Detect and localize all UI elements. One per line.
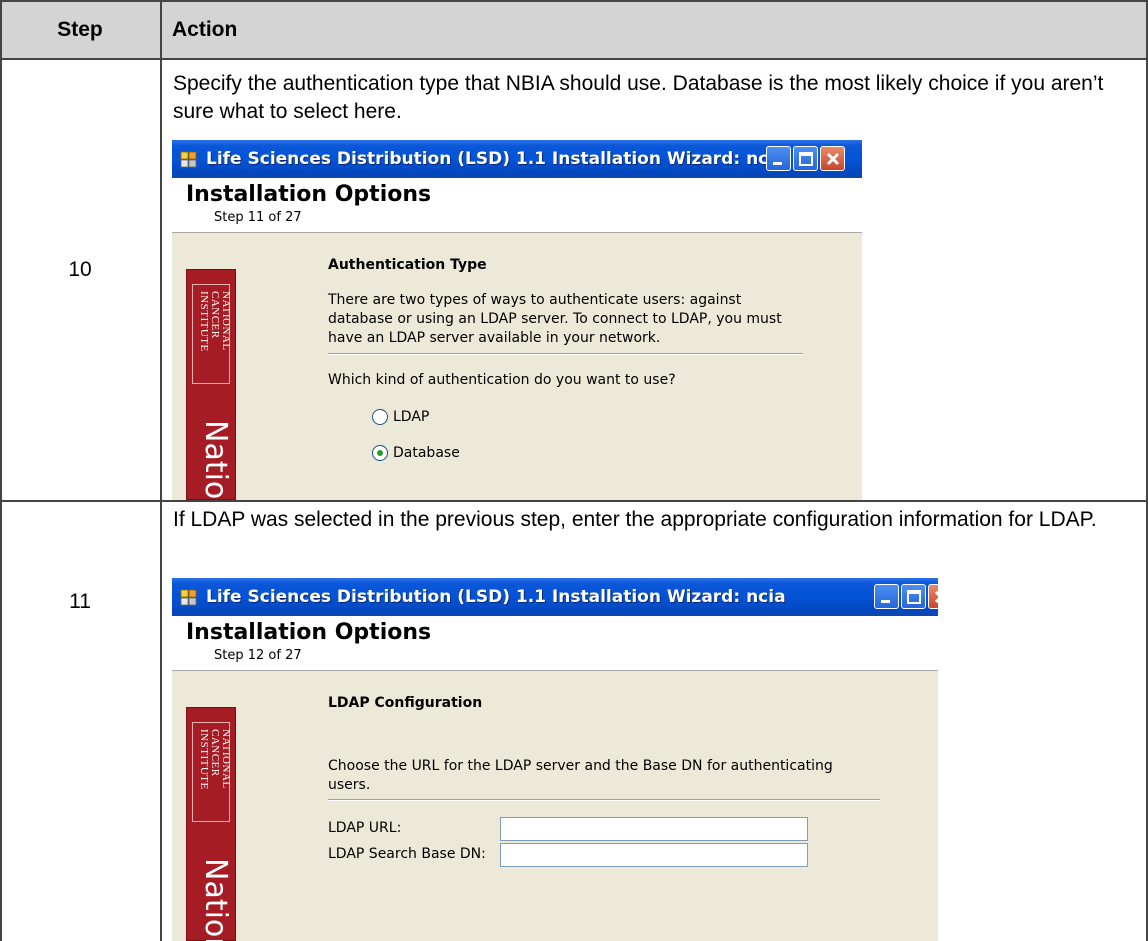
banner-text: National [198, 858, 233, 941]
instruction-10: Specify the authentication type that NBI… [173, 72, 1104, 123]
ldap-radio[interactable] [372, 409, 388, 425]
nci-logo: NATIONAL CANCER INSTITUTE [192, 722, 232, 822]
banner-text: National [198, 420, 233, 500]
minimize-icon [773, 162, 782, 165]
maximize-icon [907, 590, 921, 604]
instruction-11: If LDAP was selected in the previous ste… [173, 508, 1097, 531]
ldap-url-label: LDAP URL: [328, 820, 402, 836]
wizard-title: Life Sciences Distribution (LSD) 1.1 Ins… [206, 149, 786, 169]
wizard-heading: Installation Options [186, 182, 432, 207]
minimize-button[interactable] [874, 584, 899, 609]
auth-question: Which kind of authentication do you want… [328, 372, 676, 388]
step-number-11: 11 [69, 590, 91, 613]
wizard-header: Installation Options Step 12 of 27 [172, 616, 938, 671]
row-divider [0, 500, 1148, 502]
wizard-header: Installation Options Step 11 of 27 [172, 178, 862, 233]
wizard-heading: Installation Options [186, 620, 432, 645]
java-cup-icon [180, 151, 197, 168]
section-divider [328, 353, 803, 355]
nci-banner: NATIONAL CANCER INSTITUTE National [186, 707, 236, 941]
ldap-base-dn-label: LDAP Search Base DN: [328, 846, 486, 862]
database-radio[interactable] [372, 445, 388, 461]
wizard-titlebar[interactable]: Life Sciences Distribution (LSD) 1.1 Ins… [172, 140, 862, 178]
nci-banner: NATIONAL CANCER INSTITUTE National [186, 269, 236, 500]
section-title: Authentication Type [328, 257, 487, 273]
wizard-body: NATIONAL CANCER INSTITUTE National Authent… [172, 233, 862, 500]
section-divider [328, 799, 880, 801]
close-button[interactable] [928, 584, 938, 609]
wizard-body: NATIONAL CANCER INSTITUTE National LDAP Co… [172, 671, 938, 941]
table-border-left [0, 0, 2, 941]
wizard-step-label: Step 12 of 27 [214, 648, 302, 663]
section-description: Choose the URL for the LDAP server and t… [328, 758, 833, 793]
ldap-base-dn-input[interactable] [500, 843, 808, 867]
wizard-window-ldap: Life Sciences Distribution (LSD) 1.1 Ins… [172, 578, 938, 941]
minimize-icon [881, 600, 890, 603]
ldap-radio-label: LDAP [393, 409, 430, 425]
wizard-window-auth: Life Sciences Distribution (LSD) 1.1 Ins… [172, 140, 862, 500]
nci-logo: NATIONAL CANCER INSTITUTE [192, 284, 232, 384]
close-icon [934, 590, 938, 604]
section-description: There are two types of ways to authentic… [328, 292, 782, 346]
header-action: Action [172, 18, 238, 41]
maximize-button[interactable] [901, 584, 926, 609]
table-border-top [0, 0, 1148, 2]
java-cup-icon [180, 589, 197, 606]
table-header: Step Action [0, 0, 1148, 60]
ldap-url-input[interactable] [500, 817, 808, 841]
maximize-button[interactable] [793, 146, 818, 171]
column-divider [160, 0, 162, 941]
header-step: Step [57, 18, 103, 41]
close-icon [826, 152, 840, 166]
maximize-icon [799, 152, 813, 166]
section-title: LDAP Configuration [328, 695, 483, 711]
minimize-button[interactable] [766, 146, 791, 171]
wizard-titlebar[interactable]: Life Sciences Distribution (LSD) 1.1 Ins… [172, 578, 938, 616]
procedure-table: Step Action 10 Specify the authenticatio… [0, 0, 1148, 941]
database-radio-label: Database [393, 445, 460, 461]
close-button[interactable] [820, 146, 845, 171]
wizard-step-label: Step 11 of 27 [214, 210, 302, 225]
wizard-title: Life Sciences Distribution (LSD) 1.1 Ins… [206, 587, 786, 607]
step-number-10: 10 [68, 258, 92, 281]
